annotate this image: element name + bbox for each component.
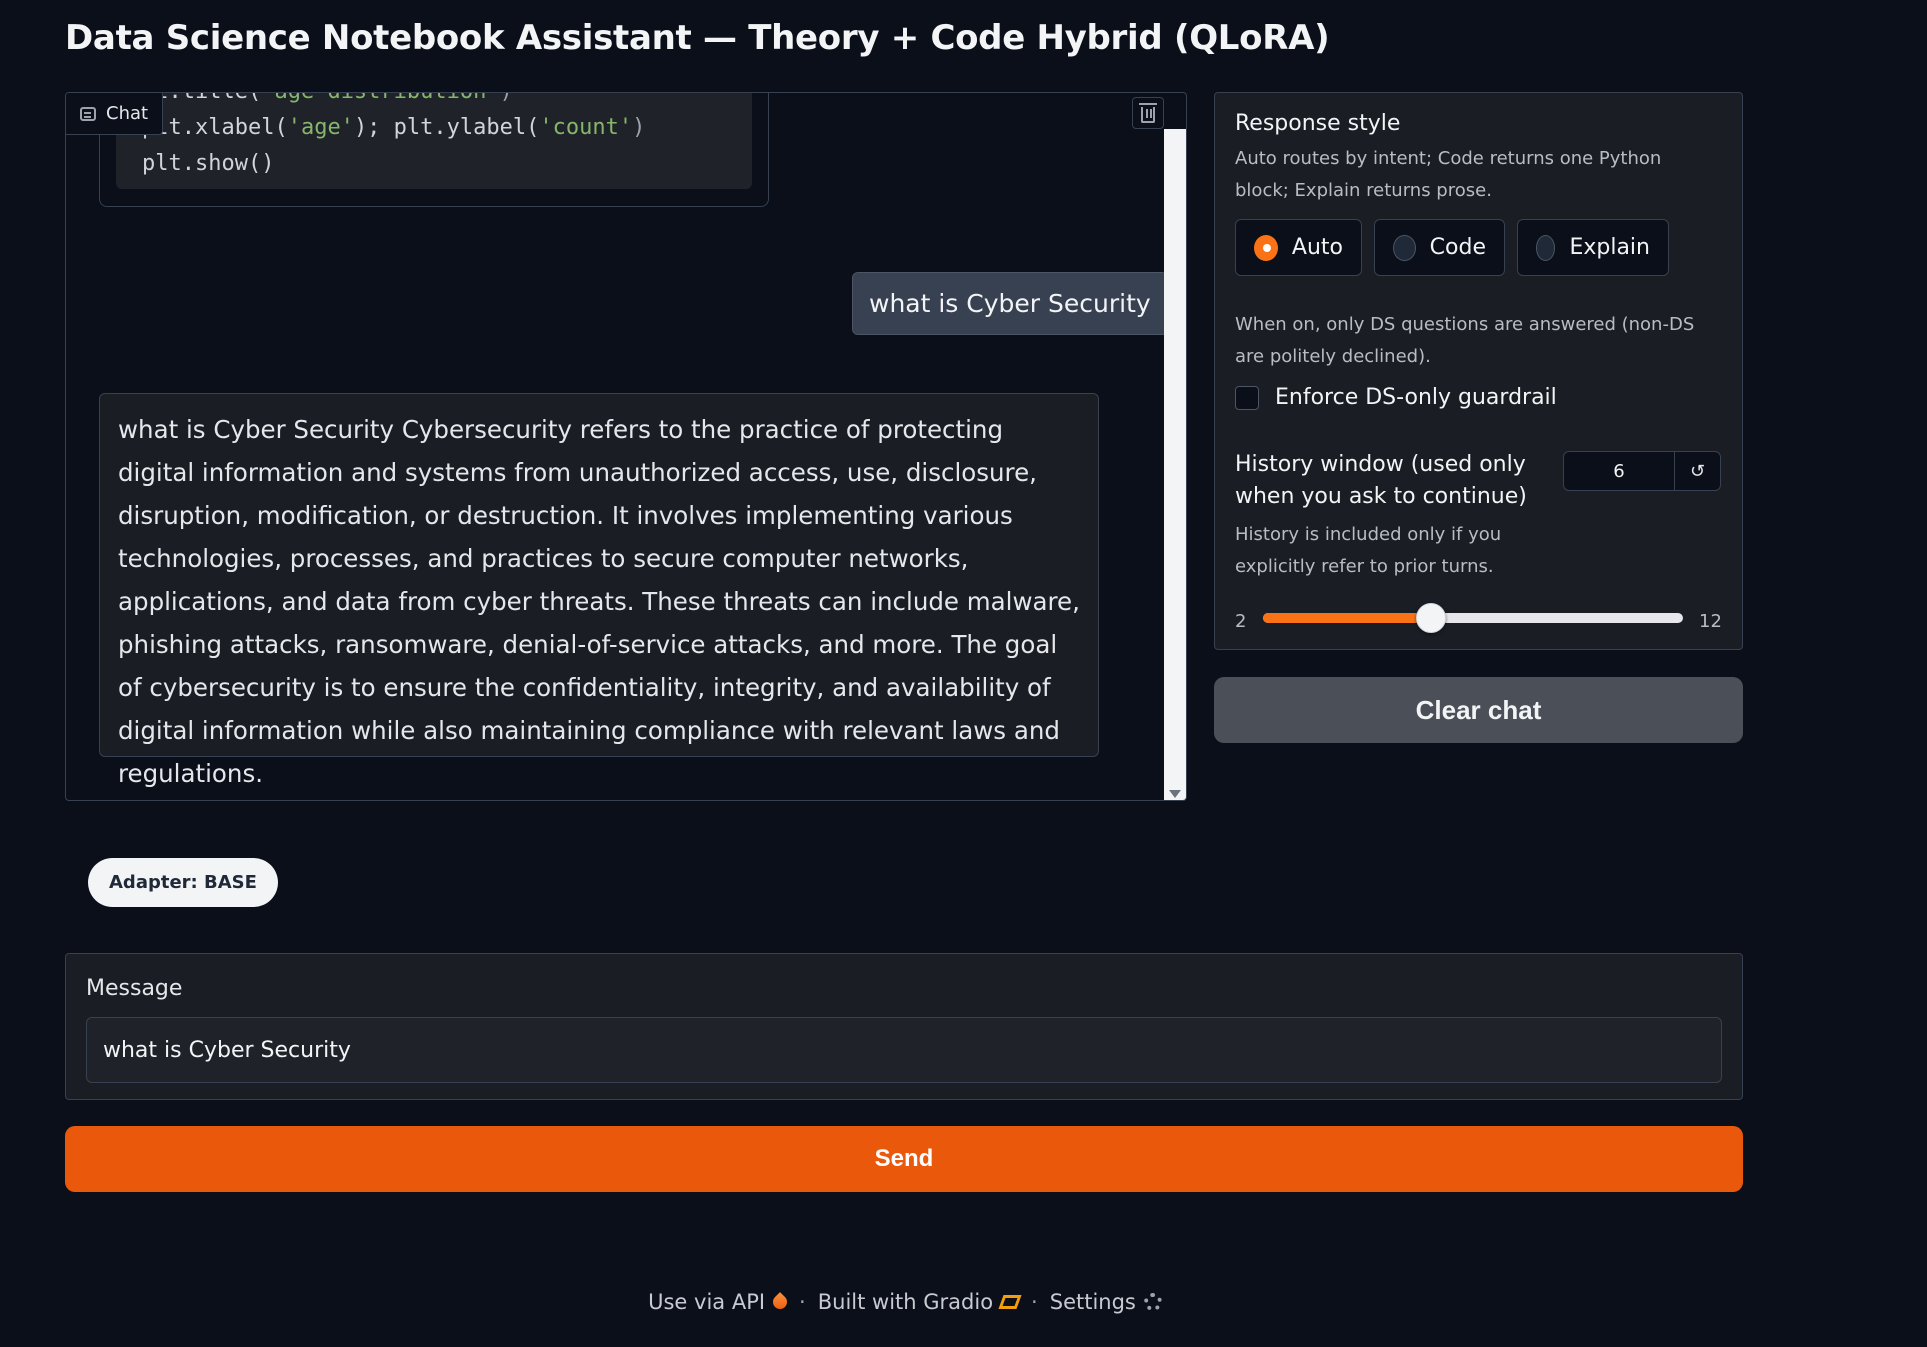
radio-selected-icon: [1254, 234, 1278, 261]
message-panel: Message: [65, 953, 1743, 1100]
chat-panel: Chat lt.title('age distribution') plt.xl…: [65, 92, 1187, 801]
history-window-label: History window (used only when you ask t…: [1235, 452, 1527, 509]
gear-icon: [1143, 1293, 1162, 1311]
code-block: lt.title('age distribution') plt.xlabel(…: [116, 93, 752, 189]
guardrail-info: When on, only DS questions are answered …: [1235, 314, 1695, 367]
assistant-code-message: lt.title('age distribution') plt.xlabel(…: [99, 93, 769, 207]
gradio-logo-icon: [998, 1295, 1022, 1309]
settings-link[interactable]: Settings: [1050, 1290, 1162, 1314]
chat-label-text: Chat: [106, 103, 149, 124]
settings-panel: Response style Auto routes by intent; Co…: [1214, 92, 1743, 650]
guardrail-checkbox-row[interactable]: Enforce DS-only guardrail: [1235, 385, 1557, 410]
footer: Use via API · Built with Gradio · Settin…: [0, 1290, 1810, 1314]
scroll-down-arrow-icon[interactable]: [1169, 790, 1181, 798]
clear-chat-button[interactable]: Clear chat: [1214, 677, 1743, 743]
radio-code[interactable]: Code: [1374, 219, 1505, 276]
chat-scrollbar[interactable]: [1164, 129, 1186, 800]
reset-icon[interactable]: ↺: [1674, 452, 1720, 490]
response-style-label: Response style: [1235, 111, 1401, 136]
built-with-gradio-link[interactable]: Built with Gradio: [818, 1290, 1022, 1314]
send-button[interactable]: Send: [65, 1126, 1743, 1192]
use-via-api-link[interactable]: Use via API: [648, 1290, 790, 1314]
trash-icon: [1139, 103, 1157, 123]
code-line: plt.show(): [142, 151, 275, 176]
response-style-info: Auto routes by intent; Code returns one …: [1235, 148, 1662, 201]
footer-separator: ·: [799, 1290, 806, 1314]
assistant-message: what is Cyber Security Cybersecurity ref…: [99, 393, 1099, 788]
code-line: plt.xlabel('age'); plt.ylabel('count'): [142, 115, 646, 140]
radio-explain[interactable]: Explain: [1517, 219, 1669, 276]
slider-min-label: 2: [1235, 611, 1247, 632]
radio-auto[interactable]: Auto: [1235, 219, 1362, 276]
guardrail-label: Enforce DS-only guardrail: [1275, 385, 1557, 410]
message-input[interactable]: [86, 1017, 1722, 1083]
history-window-value[interactable]: 6: [1564, 461, 1674, 482]
clear-history-button[interactable]: [1132, 97, 1164, 129]
response-style-radio-group: Auto Code Explain: [1235, 219, 1669, 276]
history-window-info: History is included only if you explicit…: [1235, 524, 1502, 577]
history-window-slider[interactable]: [1263, 603, 1683, 633]
guardrail-checkbox[interactable]: [1235, 385, 1259, 410]
radio-unselected-icon: [1536, 234, 1556, 261]
page-title: Data Science Notebook Assistant — Theory…: [65, 18, 1330, 58]
rocket-icon: [770, 1292, 790, 1312]
footer-separator: ·: [1031, 1290, 1038, 1314]
adapter-badge: Adapter: BASE: [88, 858, 278, 907]
code-line: lt.title('age distribution'): [142, 93, 752, 110]
chat-icon: [80, 106, 96, 121]
chat-label: Chat: [66, 93, 164, 135]
message-label: Message: [86, 976, 183, 1001]
slider-max-label: 12: [1699, 611, 1722, 632]
slider-thumb[interactable]: [1416, 603, 1446, 633]
slider-fill: [1263, 613, 1431, 623]
radio-unselected-icon: [1393, 234, 1416, 261]
user-message-bubble: what is Cyber Security: [852, 272, 1168, 335]
history-window-number-input[interactable]: 6 ↺: [1563, 451, 1721, 491]
